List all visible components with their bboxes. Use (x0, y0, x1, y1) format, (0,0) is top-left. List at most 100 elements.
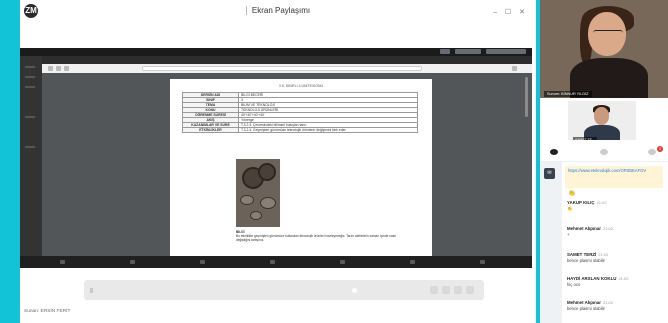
message-time: 21:02 (618, 276, 629, 281)
chat-link[interactable]: https://www.eteknolojik.com/OR0BEAFOV (565, 166, 663, 188)
reload-icon[interactable] (64, 66, 69, 71)
main-video-name: Sunum: BİNNUR YILDIZ (544, 91, 592, 97)
message-body: hiç ocs (567, 282, 581, 287)
document-text-body: Bu etkinlikte geçmişten günümüze kullanı… (236, 234, 396, 242)
message-body: 👏 (567, 206, 573, 211)
meeting-controls-bar (84, 280, 484, 300)
control-button[interactable] (454, 286, 462, 294)
notes-tab-icon[interactable] (648, 149, 656, 155)
control-button[interactable] (466, 286, 474, 294)
plate-shape (260, 197, 276, 209)
document-page: 3.5. SINIFLI 4 ÜNİTE/KONU DERSİN ADI BİLG… (170, 79, 432, 269)
message-sender: HAYDİ ARSLAN KOKLU 21:02 (567, 276, 665, 281)
message-sender: SAMET TERZİ 21:02 (567, 252, 665, 257)
toolbar-chip[interactable] (455, 49, 481, 54)
shared-taskbar (20, 256, 532, 268)
sender-name: YAKUP KILIÇ (567, 200, 595, 205)
wheel-shape (258, 163, 276, 181)
shared-toolbar (20, 48, 532, 56)
chat-tab-icon[interactable] (550, 149, 558, 155)
taskbar-icon (130, 260, 135, 264)
back-icon[interactable] (48, 66, 53, 71)
chat-messages: https://www.eteknolojik.com/OR0BEAFOV 👏 … (564, 162, 668, 323)
chat-message: Mehmet Akpınar 21:02 + (567, 226, 665, 237)
pdf-scrollbar[interactable] (525, 77, 528, 117)
message-time: 21:02 (603, 226, 614, 231)
toolbar-chip[interactable] (440, 49, 450, 54)
document-photo (236, 159, 280, 227)
row-value: T.3.2.4. Geçmişten günümüze teknolojik ü… (238, 127, 418, 133)
message-body: bence plasmi olabilir (567, 306, 605, 311)
chat-message: SAMET TERZİ 21:02 bence plasmi olabilir (567, 252, 665, 263)
message-body: + (567, 232, 570, 237)
document-text: BİLGİ Bu etkinlikte geçmişten günümüze k… (236, 230, 406, 242)
rail-item (25, 66, 35, 68)
shared-screen: 3.5. SINIFLI 4 ÜNİTE/KONU DERSİN ADI BİLG… (20, 48, 532, 269)
share-title-text: Ekran Paylaşımı (251, 6, 311, 15)
forward-icon[interactable] (56, 66, 61, 71)
chat-message: HAYDİ ARSLAN KOKLU 21:02 hiç ocs (567, 276, 665, 287)
presenter-label: Sunan: ERSİN FERİT (24, 309, 71, 314)
chat-tabs: 3 (540, 142, 668, 162)
rail-item (25, 86, 35, 88)
address-input[interactable] (142, 66, 422, 71)
message-body: bence plasmi olabilir (567, 258, 605, 263)
taskbar-icon (60, 260, 65, 264)
plate-shape (250, 211, 262, 220)
chat-message: Mehmet Akpınar 21:02 bence plasmi olabilir (567, 300, 665, 311)
taskbar-icon (340, 260, 345, 264)
pointer-dot (352, 288, 357, 293)
message-icon[interactable]: ✉ (544, 168, 555, 179)
shared-left-rail (20, 56, 42, 268)
control-button[interactable] (430, 286, 438, 294)
chat-message: YAKUP KILIÇ 21:02 👏 (567, 200, 665, 212)
message-time: 21:02 (603, 300, 614, 305)
notification-badge: 3 (657, 146, 663, 152)
main-video-tile[interactable] (540, 0, 668, 98)
message-sender: Mehmet Akpınar 21:02 (567, 226, 665, 231)
title-separator (245, 6, 247, 16)
secondary-video-tile[interactable] (568, 101, 636, 141)
clap-emoji-icon: 👏 (568, 191, 576, 197)
sender-name: SAMET TERZİ (567, 252, 597, 257)
sender-name: Mehmet Akpınar (567, 226, 601, 231)
message-sender: Mehmet Akpınar 21:02 (567, 300, 665, 305)
taskbar-icon (480, 260, 485, 264)
toolbar-chip[interactable] (486, 49, 526, 54)
pdf-viewer: 3.5. SINIFLI 4 ÜNİTE/KONU DERSİN ADI BİLG… (42, 73, 532, 269)
lesson-plan-table: DERSİN ADI BİLGİ BECERİ SINIF 3 TEMA BİLİM VE… (182, 92, 418, 133)
shared-browser: 3.5. SINIFLI 4 ÜNİTE/KONU DERSİN ADI BİLG… (42, 56, 532, 269)
share-title: Ekran Paylaşımı (20, 6, 536, 16)
table-row: ETKİNLİKLER T.3.2.4. Geçmişten günümüze t… (182, 127, 418, 133)
chat-panel: 3 ✉ https://www.eteknolojik.com/OR0BEAFO… (540, 140, 668, 323)
row-key: ETKİNLİKLER (182, 127, 239, 133)
participants-tab-icon[interactable] (600, 149, 608, 155)
browser-tabs (42, 56, 532, 64)
menu-icon[interactable] (512, 66, 517, 71)
taskbar-icon (270, 260, 275, 264)
shared-toolbar-actions (440, 49, 526, 54)
browser-addressbar (42, 64, 532, 73)
taskbar-icon (200, 260, 205, 264)
plate-shape (240, 195, 254, 205)
participant-glasses (593, 30, 623, 36)
chat-rail: ✉ (540, 162, 562, 323)
control-chip[interactable] (90, 288, 93, 293)
share-topbar: ZM Ekran Paylaşımı – ☐ ✕ (20, 0, 536, 24)
sender-name: Mehmet Akpınar (567, 300, 601, 305)
control-button[interactable] (442, 286, 450, 294)
rail-item (25, 76, 35, 78)
taskbar-icon (410, 260, 415, 264)
rail-item (25, 146, 35, 148)
participant-face (594, 107, 609, 125)
meeting-window: ZM Ekran Paylaşımı – ☐ ✕ 3.5. SINIFLI 4 … (0, 0, 668, 323)
message-sender: YAKUP KILIÇ 21:02 (567, 200, 665, 205)
rail-item (25, 116, 35, 118)
message-time: 21:02 (596, 200, 607, 205)
window-controls[interactable]: – ☐ ✕ (493, 8, 528, 16)
sender-name: HAYDİ ARSLAN KOKLU (567, 276, 617, 281)
accent-bar-left (0, 0, 20, 323)
document-heading: 3.5. SINIFLI 4 ÜNİTE/KONU (278, 84, 324, 88)
meeting-controls-right (430, 286, 474, 294)
message-time: 21:02 (598, 252, 609, 257)
